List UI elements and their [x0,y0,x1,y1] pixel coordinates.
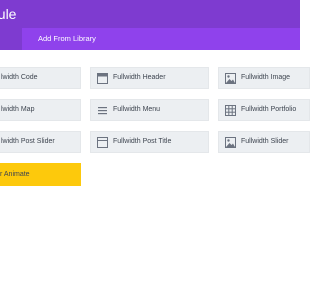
module-label: Fullwidth Header [113,74,166,81]
module-label: lwidth Post Slider [1,138,55,145]
animate-module-button[interactable]: r Animate [0,163,81,186]
module-label: Fullwidth Image [241,74,291,81]
module-label: Fullwidth Portfolio [241,106,297,113]
module-label: Fullwidth Slider [241,138,289,145]
module-fullwidth-image[interactable]: Fullwidth Image [218,67,310,89]
module-fullwidth-post-title[interactable]: Fullwidth Post Title [90,131,209,153]
post-title-icon [97,137,108,148]
module-fullwidth-code[interactable]: lwidth Code [0,67,81,89]
module-fullwidth-slider[interactable]: Fullwidth Slider [218,131,310,153]
module-label: lwidth Code [1,74,38,81]
module-grid: lwidth Code Fullwidth Header Fullwidth I… [0,0,310,300]
animate-module-label: r Animate [0,171,30,178]
module-fullwidth-menu[interactable]: Fullwidth Menu [90,99,209,121]
module-label: lwidth Map [1,106,35,113]
image-icon [225,73,236,84]
module-label: Fullwidth Post Title [113,138,172,145]
module-label: Fullwidth Menu [113,106,161,113]
module-fullwidth-map[interactable]: lwidth Map [0,99,81,121]
header-icon [97,73,108,84]
module-fullwidth-header[interactable]: Fullwidth Header [90,67,209,89]
add-module-modal: dule le Add From Library lwidth Code Ful… [0,0,310,300]
menu-icon [98,107,107,115]
module-fullwidth-post-slider[interactable]: lwidth Post Slider [0,131,81,153]
portfolio-grid-icon [225,105,236,116]
module-fullwidth-portfolio[interactable]: Fullwidth Portfolio [218,99,310,121]
slider-icon [225,137,236,148]
